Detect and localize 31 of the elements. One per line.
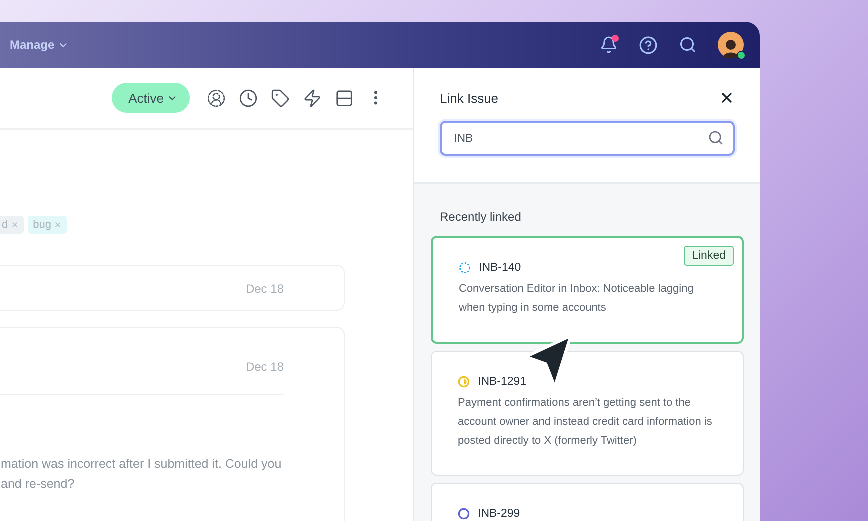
avatar[interactable] <box>718 32 744 58</box>
help-icon[interactable] <box>639 36 658 54</box>
issue-id: INB-1291 <box>478 376 527 388</box>
issue-id: INB-299 <box>478 508 520 520</box>
issue-title: Conversation Editor in Inbox: Noticeable lagging when typing in some accounts <box>459 282 695 316</box>
status-dropdown[interactable]: Active <box>112 83 190 113</box>
issue-card[interactable]: INB-1291 Payment confirmations aren’t getting sent to the account owner and instead credit card information is posted directly to X (formerly Twitter) <box>431 351 744 476</box>
tag-label: d <box>2 219 8 231</box>
user-icon[interactable] <box>206 88 226 108</box>
message-date: Dec 18 <box>246 282 284 296</box>
circle-icon <box>458 508 470 520</box>
issue-card[interactable]: Linked INB-140 Conversation Editor in Inbox: Noticeable lagging when typing in some accounts <box>431 236 744 344</box>
rows-icon[interactable] <box>334 88 354 108</box>
search-icon[interactable] <box>708 130 724 146</box>
panel-title: Link Issue <box>440 90 499 106</box>
section-heading: Recently linked <box>440 210 522 224</box>
dashed-circle-icon <box>459 262 471 274</box>
search-field[interactable]: INB <box>440 121 735 156</box>
clock-icon[interactable] <box>238 88 258 108</box>
linked-badge: Linked <box>684 246 734 266</box>
message-date: Dec 18 <box>246 360 284 374</box>
lightning-icon[interactable] <box>302 88 322 108</box>
bell-icon[interactable] <box>600 36 618 54</box>
tag-icon[interactable] <box>270 88 290 108</box>
issue-title: Payment confirmations aren’t getting sent to the account owner and instead credit card information is posted directly to X (formerly Twitter) <box>458 396 714 449</box>
message-text: mation was incorrect after I submitted it. Could you and re-send? <box>1 456 283 493</box>
search-icon[interactable] <box>679 36 697 54</box>
half-circle-icon <box>458 376 470 388</box>
issue-id: INB-140 <box>479 262 522 274</box>
tag-label: bug <box>33 219 52 231</box>
issue-card[interactable]: INB-299 <box>431 483 744 521</box>
